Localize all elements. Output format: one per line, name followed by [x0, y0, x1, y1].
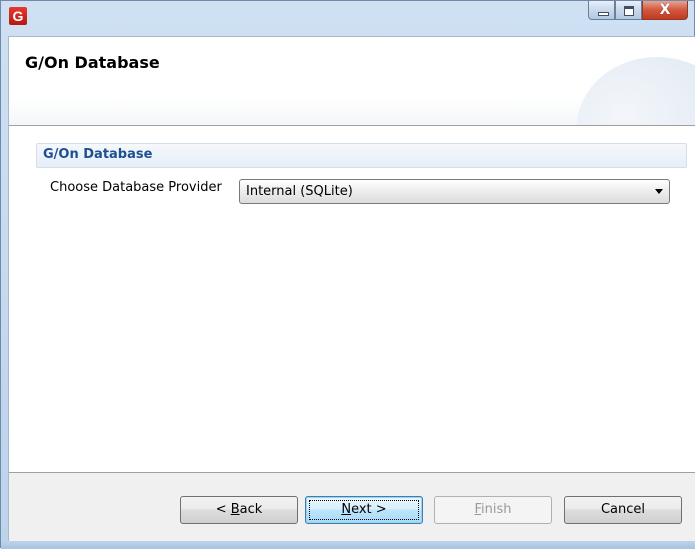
group-header: G/On Database	[36, 143, 687, 168]
finish-button[interactable]: Finish	[434, 496, 552, 524]
wizard-client-area: G/On Database G/On Database Choose Datab…	[8, 36, 695, 542]
close-button[interactable]: X	[642, 1, 688, 20]
maximize-icon	[616, 1, 641, 19]
chevron-down-icon[interactable]	[655, 189, 663, 194]
caption-buttons: X	[588, 1, 688, 21]
back-prefix: <	[215, 502, 231, 517]
back-button[interactable]: < Back	[180, 496, 298, 524]
next-button[interactable]: Next >	[305, 496, 423, 524]
minimize-icon	[589, 1, 614, 19]
group-title: G/On Database	[43, 147, 153, 162]
focus-rectangle	[309, 500, 419, 520]
close-icon: X	[659, 2, 671, 18]
maximize-button[interactable]	[615, 1, 642, 20]
cancel-button[interactable]: Cancel	[564, 496, 682, 524]
back-rest: ack	[239, 502, 263, 517]
wizard-header: G/On Database	[9, 37, 695, 125]
page-title: G/On Database	[25, 53, 160, 72]
provider-selected-value: Internal (SQLite)	[246, 184, 353, 199]
wizard-body: G/On Database Choose Database Provider I…	[9, 126, 695, 472]
wizard-window: G X G/On Database G/On Database Choose D…	[0, 0, 695, 549]
provider-label: Choose Database Provider	[50, 180, 222, 195]
header-decoration	[577, 57, 695, 125]
database-provider-select[interactable]: Internal (SQLite)	[239, 179, 670, 204]
back-mnemonic: B	[230, 502, 240, 517]
app-icon[interactable]: G	[9, 7, 27, 25]
title-bar[interactable]: G X	[1, 1, 694, 35]
finish-rest: inish	[481, 502, 512, 517]
wizard-footer: < Back Next > Finish Cancel	[9, 473, 695, 542]
minimize-button[interactable]	[588, 1, 615, 20]
